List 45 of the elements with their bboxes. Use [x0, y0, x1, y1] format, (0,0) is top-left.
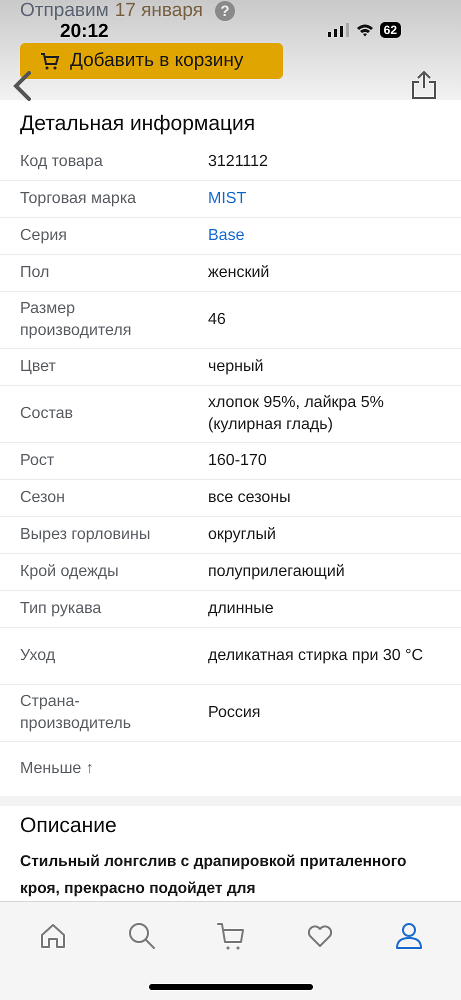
attribute-value: полуприлегающий: [208, 562, 346, 582]
attribute-value: 46: [208, 310, 227, 330]
battery-level: 62: [380, 22, 401, 38]
shipping-date: 17 января: [114, 0, 203, 22]
attribute-value: 160-170: [208, 451, 268, 471]
search-icon: [126, 921, 156, 951]
attribute-label: Рост: [20, 451, 56, 471]
attribute-value: хлопок 95%, лайкра 5% (кулирная гладь): [208, 393, 385, 435]
add-to-cart-button[interactable]: Добавить в корзину: [20, 43, 283, 79]
attribute-label: Торговая марка: [20, 189, 138, 209]
attribute-label: Пол: [20, 263, 50, 283]
attribute-label: Сезон: [20, 488, 66, 508]
attribute-label: Вырез горловины: [20, 525, 152, 545]
attribute-label: Размер производителя: [20, 299, 132, 341]
description-text: Стильный лонгслив с драпировкой приталенного кроя, прекрасно подойдет для: [19, 852, 408, 899]
attribute-value: Россия: [208, 703, 262, 723]
attribute-value: женский: [208, 263, 270, 283]
section-title: Детальная информация: [19, 111, 256, 137]
attribute-label: Крой одежды: [20, 562, 120, 582]
signal-icon: [328, 23, 350, 37]
cart-icon: [216, 921, 246, 951]
attribute-value: 3121112: [208, 152, 269, 172]
attribute-value: длинные: [208, 599, 275, 619]
attribute-label: Серия: [20, 226, 68, 246]
attribute-link[interactable]: MIST: [208, 188, 441, 210]
attribute-label: Тип рукава: [20, 599, 102, 619]
attribute-label: Код товара: [20, 152, 104, 172]
cart-icon: [40, 52, 60, 70]
help-icon[interactable]: ?: [214, 1, 235, 21]
status-time: 20:12: [60, 21, 109, 43]
attribute-label: Уход: [20, 646, 56, 666]
share-icon[interactable]: [411, 70, 437, 100]
shipping-label: Отправим: [20, 0, 109, 22]
section-title: Описание: [19, 813, 118, 839]
attribute-label: Состав: [20, 404, 74, 424]
attribute-label: Страна-производитель: [20, 692, 132, 734]
attribute-value: все сезоны: [208, 488, 292, 508]
wifi-icon: [356, 23, 374, 37]
attribute-value: округлый: [208, 525, 277, 545]
attribute-label: Цвет: [20, 357, 57, 377]
profile-icon: [394, 921, 424, 951]
attribute-value: деликатная стирка при 30 °C: [208, 646, 424, 666]
attribute-link[interactable]: Base: [208, 225, 441, 247]
attribute-value: черный: [208, 357, 264, 377]
show-less-link[interactable]: Меньше ↑: [20, 760, 441, 778]
